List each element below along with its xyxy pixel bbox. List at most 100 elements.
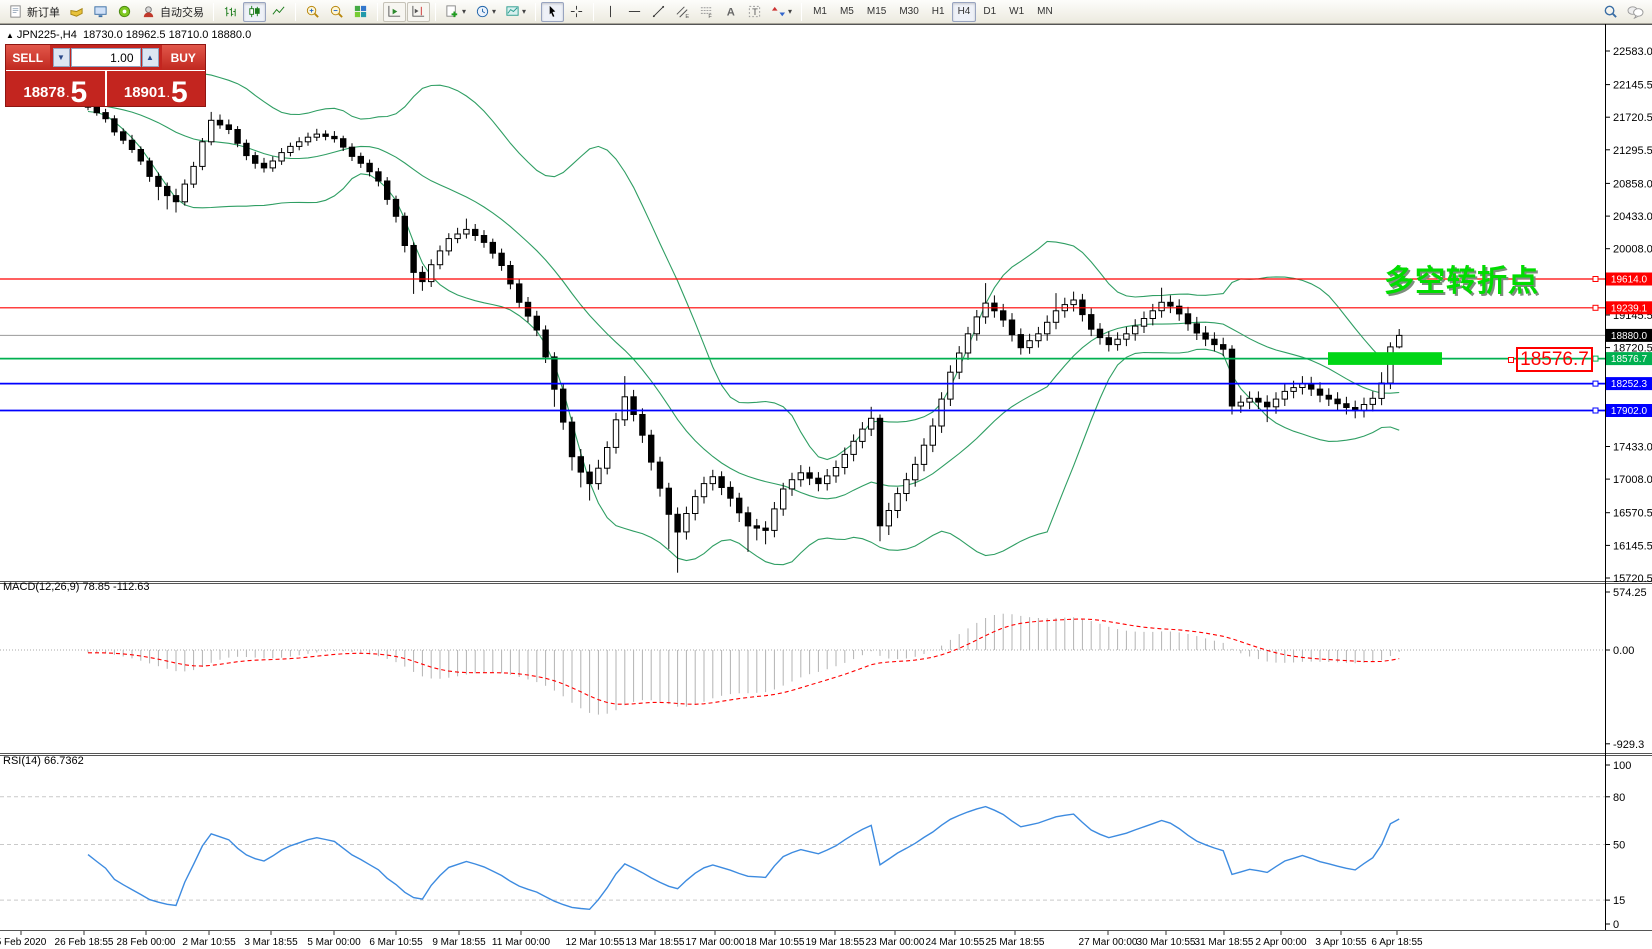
separator — [801, 3, 802, 21]
macd-pane — [0, 614, 1605, 715]
separator — [593, 3, 594, 21]
bar-chart-icon — [223, 4, 238, 19]
zoom-out-button[interactable] — [325, 2, 348, 22]
terminal-button[interactable] — [89, 2, 112, 22]
highlight-rectangle[interactable] — [1328, 352, 1442, 365]
vertical-line-button[interactable] — [599, 2, 622, 22]
chart-shift-icon — [411, 4, 426, 19]
market-watch-button[interactable] — [65, 2, 88, 22]
line-handle[interactable] — [1593, 305, 1598, 310]
new-order-button[interactable]: 新订单 — [4, 2, 64, 22]
auto-scroll-button[interactable] — [383, 2, 406, 22]
svg-text:0: 0 — [1613, 919, 1619, 931]
crosshair-button[interactable] — [565, 2, 588, 22]
timeframe-d1[interactable]: D1 — [977, 2, 1002, 22]
fibonacci-button[interactable]: F — [695, 2, 718, 22]
turning-point-annotation[interactable]: 多空转折点 — [1384, 256, 1539, 300]
line-handle[interactable] — [1593, 356, 1598, 361]
trendline-icon — [651, 4, 666, 19]
price-tag-box[interactable]: 18576.7 — [1516, 347, 1593, 372]
new-order-label: 新订单 — [27, 4, 60, 20]
svg-text:12 Mar 10:55: 12 Mar 10:55 — [566, 937, 625, 948]
bid-price[interactable]: 18878.5 — [6, 71, 105, 106]
time-axis[interactable]: 5 Feb 202026 Feb 18:5528 Feb 00:002 Mar … — [0, 931, 1423, 948]
bid-pip-digit: 5 — [70, 80, 87, 106]
mt4-window: 新订单 自动交易 — [0, 0, 1652, 949]
timeframe-m1[interactable]: M1 — [807, 2, 833, 22]
line-handle[interactable] — [1593, 408, 1598, 413]
text-button[interactable]: A — [719, 2, 742, 22]
chat-button[interactable] — [1623, 2, 1648, 22]
svg-text:16145.5: 16145.5 — [1613, 540, 1652, 552]
zoom-in-button[interactable] — [301, 2, 324, 22]
bar-chart-button[interactable] — [219, 2, 242, 22]
price-tag-handle[interactable] — [1509, 358, 1514, 363]
indicators-button[interactable]: ▾ — [441, 2, 470, 22]
chart-shift-button[interactable] — [407, 2, 430, 22]
buy-button[interactable]: BUY — [162, 45, 206, 70]
timeframe-h4[interactable]: H4 — [952, 2, 977, 22]
ask-price[interactable]: 18901.5 — [105, 71, 206, 106]
sell-button[interactable]: SELL — [6, 45, 50, 70]
channel-icon: E — [675, 4, 690, 19]
svg-text:-929.3: -929.3 — [1613, 739, 1644, 751]
arrows-button[interactable]: ▾ — [767, 2, 796, 22]
dropdown-caret: ▾ — [492, 7, 496, 16]
periods-button[interactable]: ▾ — [471, 2, 500, 22]
line-handle[interactable] — [1593, 381, 1598, 386]
horizontal-line-button[interactable] — [623, 2, 646, 22]
text-label-button[interactable]: T — [743, 2, 766, 22]
templates-button[interactable]: ▾ — [501, 2, 530, 22]
trendline-button[interactable] — [647, 2, 670, 22]
dropdown-caret: ▾ — [462, 7, 466, 16]
candlestick-icon — [247, 4, 262, 19]
price-axis[interactable]: 22583.022145.521720.521295.520858.020433… — [1605, 46, 1652, 931]
svg-text:30 Mar 10:55: 30 Mar 10:55 — [1137, 937, 1196, 948]
volume-increase-button[interactable]: ▲ — [142, 48, 159, 67]
ohlc-values: 18730.0 18962.5 18710.0 18880.0 — [83, 29, 251, 41]
chart-canvas[interactable]: 22583.022145.521720.521295.520858.020433… — [0, 24, 1652, 949]
timeframe-group: M1M5M15M30H1H4D1W1MN — [807, 2, 1059, 22]
terminal-icon — [93, 4, 108, 19]
line-chart-button[interactable] — [267, 2, 290, 22]
svg-text:100: 100 — [1613, 760, 1631, 772]
fibonacci-icon: F — [699, 4, 714, 19]
template-icon — [505, 4, 520, 19]
svg-text:17008.0: 17008.0 — [1613, 474, 1652, 486]
collapse-triangle-icon[interactable]: ▲ — [6, 31, 14, 40]
svg-text:22145.5: 22145.5 — [1613, 80, 1652, 92]
timeframe-h1[interactable]: H1 — [926, 2, 951, 22]
svg-text:17 Mar 00:00: 17 Mar 00:00 — [686, 937, 745, 948]
search-button[interactable] — [1599, 2, 1622, 22]
volume-input[interactable] — [71, 48, 141, 67]
svg-text:0.00: 0.00 — [1613, 645, 1634, 657]
timeframe-m5[interactable]: M5 — [834, 2, 860, 22]
svg-text:17902.0: 17902.0 — [1611, 406, 1648, 417]
channel-button[interactable]: E — [671, 2, 694, 22]
timeframe-mn[interactable]: MN — [1031, 2, 1059, 22]
separator — [213, 3, 214, 21]
tile-windows-button[interactable] — [349, 2, 372, 22]
timeframe-w1[interactable]: W1 — [1003, 2, 1030, 22]
timeframe-m15[interactable]: M15 — [861, 2, 892, 22]
macd-label: MACD(12,26,9) 78.85 -112.63 — [3, 581, 150, 593]
cursor-button[interactable] — [541, 2, 564, 22]
svg-text:6 Apr 18:55: 6 Apr 18:55 — [1371, 937, 1423, 948]
svg-text:5 Feb 2020: 5 Feb 2020 — [0, 937, 47, 948]
svg-text:F: F — [708, 14, 712, 19]
svg-text:T: T — [752, 7, 758, 17]
autotrade-button[interactable]: 自动交易 — [137, 2, 208, 22]
svg-text:3 Apr 10:55: 3 Apr 10:55 — [1315, 937, 1367, 948]
autotrade-icon — [141, 4, 156, 19]
signal-button[interactable] — [113, 2, 136, 22]
svg-text:15: 15 — [1613, 895, 1625, 907]
candlestick-chart-button[interactable] — [243, 2, 266, 22]
separator — [535, 3, 536, 21]
symbol-label: JPN225-,H4 — [17, 29, 77, 41]
auto-scroll-icon — [387, 4, 402, 19]
rsi-label: RSI(14) 66.7362 — [3, 755, 84, 767]
volume-decrease-button[interactable]: ▼ — [53, 48, 70, 67]
timeframe-m30[interactable]: M30 — [893, 2, 924, 22]
line-handle[interactable] — [1593, 277, 1598, 282]
volume-control: ▼ ▲ — [50, 45, 162, 70]
